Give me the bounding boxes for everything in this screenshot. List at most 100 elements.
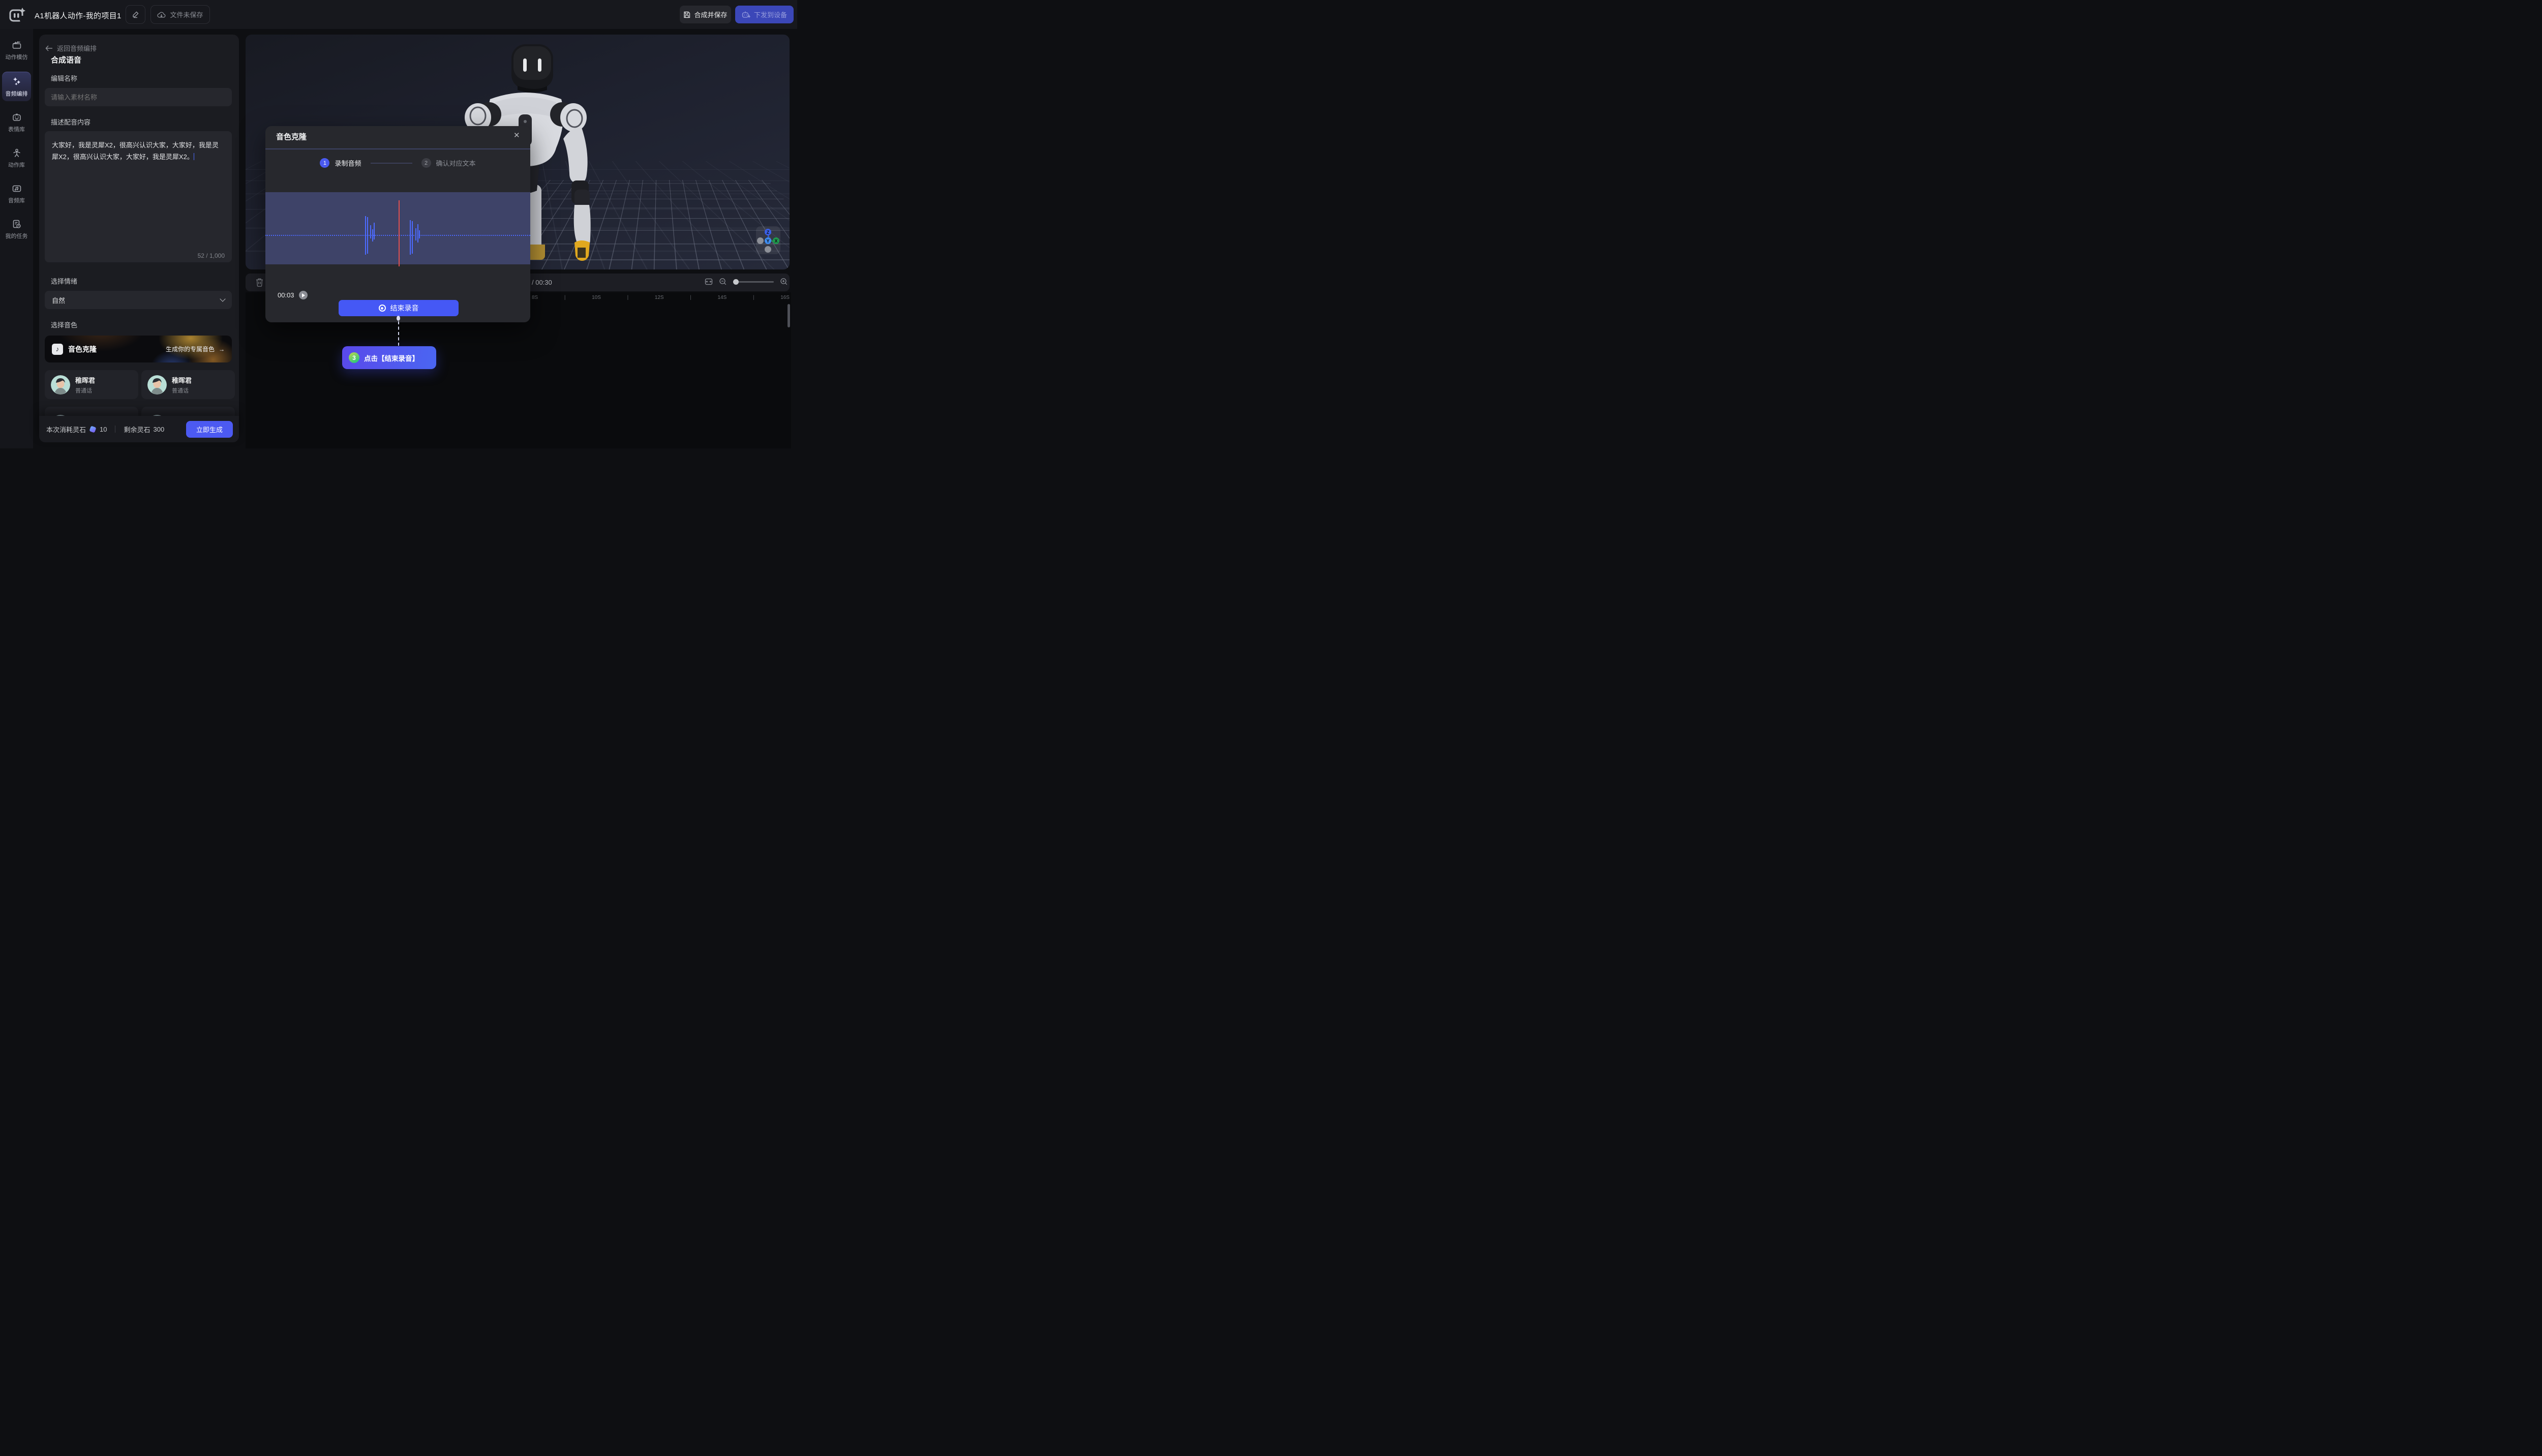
waveform-display (265, 192, 530, 264)
tick-mark: | (753, 295, 754, 300)
slider-knob[interactable] (733, 279, 739, 285)
robot-download-icon (742, 11, 750, 18)
sidebar-item-audio-arrange[interactable]: 音频编排 (2, 72, 31, 101)
stop-recording-label: 结束录音 (390, 303, 419, 313)
emotion-label: 选择情绪 (51, 276, 77, 286)
step-badge: 3 (349, 352, 359, 363)
voice-lang: 普通话 (172, 386, 192, 395)
chevron-down-icon (220, 296, 225, 301)
music-icon (12, 184, 22, 194)
axis-z[interactable]: Z (765, 229, 771, 235)
zoom-in-icon[interactable] (780, 278, 788, 286)
tick-mark: | (627, 295, 629, 300)
balance-value: 300 (154, 426, 165, 433)
voice-name: 稚晖君 (75, 375, 95, 385)
recording-time: 00:03 (278, 291, 294, 299)
sidebar-item-label: 表情库 (8, 125, 25, 133)
save-button-label: 合成并保存 (694, 10, 727, 19)
sidebar-item-label: 动作模仿 (6, 53, 28, 61)
step-1-dot: 1 (320, 158, 329, 168)
nav-rail: 动作模仿 音频编排 表情库 动作库 音频库 我的任务 (0, 29, 33, 448)
play-icon (302, 293, 305, 297)
fit-width-icon[interactable] (705, 278, 713, 286)
connector-dashed-line (398, 321, 399, 346)
tick-label: 8S (532, 295, 538, 300)
voice-card[interactable]: 稚晖君普通话 (141, 370, 235, 399)
cost-label: 本次消耗灵石 (46, 424, 86, 434)
avatar (51, 375, 70, 395)
rename-button[interactable] (126, 5, 145, 24)
voice-label: 选择音色 (51, 320, 77, 329)
voice-content-textarea[interactable]: 大家好，我是灵犀X2，很高兴认识大家，大家好，我是灵犀X2，很高兴认识大家，大家… (45, 131, 232, 262)
voice-name: 稚晖君 (172, 375, 192, 385)
file-unsaved-button[interactable]: 文件未保存 (150, 5, 210, 24)
char-count: 52 / 1,000 (45, 252, 225, 259)
generate-now-button[interactable]: 立即生成 (186, 421, 233, 438)
trash-icon[interactable] (255, 278, 264, 287)
voice-clone-banner[interactable]: ♪ 音色克隆 生成你的专属音色 → (45, 336, 232, 362)
voice-lang: 普通话 (75, 386, 95, 395)
timeline-zoom-slider[interactable] (733, 281, 774, 283)
arrow-right-icon: → (219, 346, 225, 353)
axis-neg-z[interactable] (765, 246, 771, 253)
axis-y[interactable]: Y (765, 237, 771, 244)
deploy-to-device-button[interactable]: 下发到设备 (735, 6, 794, 23)
clone-banner-subtitle: 生成你的专属音色 (166, 345, 215, 353)
balance-label: 剩余灵石 (124, 424, 150, 434)
material-name-input[interactable] (45, 88, 232, 106)
sparkles-icon (11, 76, 22, 87)
sidebar-item-expression-lib[interactable]: 表情库 (2, 108, 31, 137)
timeline-ruler[interactable]: 8S | 10S | 12S | 14S | 16S (532, 295, 790, 300)
step-1-label: 录制音频 (335, 158, 361, 168)
content-label: 描述配音内容 (51, 117, 90, 127)
connector-dot (397, 316, 400, 321)
clone-banner-title: 音色克隆 (68, 344, 97, 354)
tick-label: 16S (780, 295, 790, 300)
avatar (147, 375, 167, 395)
back-link[interactable]: 返回音频编排 (45, 43, 97, 53)
step-2-dot: 2 (421, 158, 431, 168)
tick-label: 14S (718, 295, 727, 300)
music-note-icon: ♪ (52, 344, 63, 355)
voice-card[interactable]: 稚晖君普通话 (45, 370, 138, 399)
sidebar-item-label: 音频编排 (6, 89, 28, 98)
tasks-icon (12, 219, 22, 229)
cost-value: 10 (100, 426, 107, 433)
sidebar-item-motion-mimic[interactable]: 动作模仿 (2, 36, 31, 65)
sidebar-item-label: 音频库 (8, 196, 25, 204)
record-icon (379, 305, 386, 312)
axis-gizmo[interactable]: Z Y X (756, 226, 780, 254)
file-unsaved-label: 文件未保存 (170, 10, 203, 19)
emotion-value: 自然 (52, 295, 65, 305)
sidebar-item-action-lib[interactable]: 动作库 (2, 144, 31, 172)
zoom-out-icon[interactable] (719, 278, 727, 286)
axis-neg-x[interactable] (757, 237, 764, 244)
tick-label: 10S (592, 295, 601, 300)
waveform-baseline (265, 235, 530, 236)
tooltip-text: 点击【结束录音】 (364, 353, 419, 363)
axis-x[interactable]: X (773, 237, 779, 244)
save-icon (683, 11, 690, 18)
save-button[interactable]: 合成并保存 (680, 6, 731, 23)
text-caret (194, 153, 195, 160)
back-label: 返回音频编排 (57, 43, 97, 53)
generate-footer: 本次消耗灵石 10 剩余灵石 300 立即生成 (39, 416, 239, 442)
play-button[interactable] (299, 291, 308, 299)
app-window: A1机器人动作-我的项目1 文件未保存 合成并保存 下发到设备 动作模仿 音频编… (0, 0, 797, 448)
stop-recording-button[interactable]: 结束录音 (339, 300, 459, 316)
emotion-select[interactable]: 自然 (45, 291, 232, 309)
arrow-left-icon (45, 45, 53, 51)
tick-label: 12S (655, 295, 664, 300)
pencil-icon (132, 11, 139, 18)
clapper-icon (12, 40, 22, 50)
timeline-scrollbar[interactable] (788, 304, 790, 327)
robot-face-icon (12, 112, 22, 123)
close-icon[interactable]: ✕ (513, 131, 520, 140)
sidebar-item-audio-lib[interactable]: 音频库 (2, 179, 31, 208)
sidebar-item-label: 我的任务 (6, 232, 28, 240)
step-connector (371, 163, 412, 164)
playhead-cursor (399, 200, 400, 266)
recording-time-row: 00:03 (278, 291, 308, 299)
sidebar-item-my-tasks[interactable]: 我的任务 (2, 215, 31, 244)
sidebar-item-label: 动作库 (8, 161, 25, 169)
